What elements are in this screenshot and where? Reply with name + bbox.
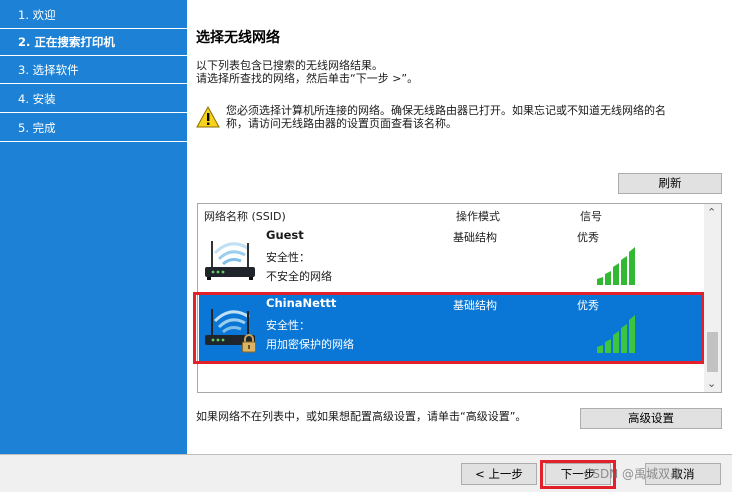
column-header-ssid[interactable]: 网络名称 (SSID) [204,208,286,224]
wireless-router-icon [205,241,255,280]
warning-line-1: 您必须选择计算机所连接的网络。确保无线路由器已打开。如果忘记或不知道无线网络的名 [226,104,666,117]
step-finish: 5. 完成 [0,115,187,142]
intro-line-1: 以下列表包含已搜索的无线网络结果。 [196,59,383,72]
step-install: 4. 安装 [0,86,187,113]
advanced-settings-button[interactable]: 高级设置 [580,408,722,429]
operation-mode: 基础结构 [453,231,497,244]
scroll-up-icon[interactable]: ⌃ [707,206,716,219]
column-header-signal[interactable]: 信号 [580,208,602,224]
footer-note: 如果网络不在列表中，或如果想配置高级设置，请单击“高级设置”。 [196,410,527,423]
signal-quality: 优秀 [577,231,599,244]
list-scrollbar[interactable]: ⌃ ⌄ [704,204,721,392]
network-ssid: Guest [266,228,304,242]
refresh-button[interactable]: 刷新 [618,173,722,194]
network-row-guest[interactable]: Guest 安全性： 不安全的网络 基础结构 优秀 [199,225,705,293]
intro-line-2: 请选择所查找的网络，然后单击“下一步 >”。 [196,72,419,85]
security-label: 安全性： [266,251,310,264]
warning-line-2: 称，请访问无线路由器的设置页面查看该名称。 [226,117,457,130]
steps-sidebar: 1. 欢迎 2. 正在搜索打印机 3. 选择软件 4. 安装 5. 完成 [0,0,187,454]
back-button[interactable]: < 上一步 [461,463,537,485]
highlight-selected-network [193,292,704,364]
watermark: CSDN @禹城双鼻 [584,467,683,481]
intro-text: 以下列表包含已搜索的无线网络结果。 请选择所查找的网络，然后单击“下一步 >”。 [196,59,418,85]
signal-bars-icon [597,247,635,285]
warning-triangle-icon [196,106,220,128]
step-searching-printer: 2. 正在搜索打印机 [0,29,187,56]
step-select-software: 3. 选择软件 [0,57,187,84]
scroll-thumb[interactable] [707,332,718,372]
step-welcome: 1. 欢迎 [0,2,187,29]
page-title: 选择无线网络 [196,30,280,46]
warning-text: 您必须选择计算机所连接的网络。确保无线路由器已打开。如果忘记或不知道无线网络的名… [226,104,716,130]
scroll-down-icon[interactable]: ⌄ [707,377,716,390]
column-header-mode[interactable]: 操作模式 [456,208,500,224]
security-value: 不安全的网络 [266,270,332,283]
installer-window: 1. 欢迎 2. 正在搜索打印机 3. 选择软件 4. 安装 5. 完成 选择无… [0,0,732,492]
